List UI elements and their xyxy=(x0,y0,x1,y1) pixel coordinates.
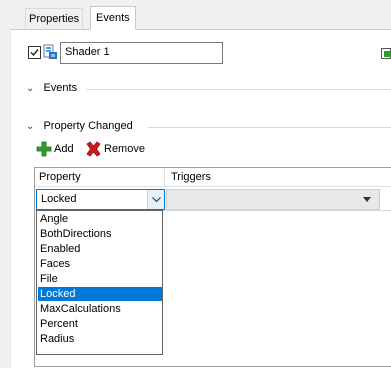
column-header-triggers[interactable]: Triggers xyxy=(165,168,391,187)
dropdown-option[interactable]: Radius xyxy=(38,332,162,346)
section-divider xyxy=(86,89,391,90)
dropdown-option[interactable]: Faces xyxy=(38,257,162,271)
section-divider xyxy=(148,127,391,128)
red-x-icon xyxy=(86,141,101,157)
dropdown-arrow-icon[interactable] xyxy=(363,197,371,202)
dropdown-option-selected[interactable]: Locked xyxy=(38,287,162,301)
property-combobox[interactable]: Locked xyxy=(36,189,165,210)
dropdown-option[interactable]: Angle xyxy=(38,212,162,226)
add-button[interactable]: Add xyxy=(36,140,74,158)
column-header-property[interactable]: Property xyxy=(35,168,165,187)
events-section-label: Events xyxy=(43,82,78,94)
property-changed-section-label: Property Changed xyxy=(43,120,133,132)
shader-object-icon xyxy=(43,44,58,60)
tab-strip: Properties xyxy=(0,0,391,31)
dropdown-option[interactable]: BothDirections xyxy=(38,227,162,241)
dropdown-option[interactable]: Percent xyxy=(38,317,162,331)
events-section-header[interactable]: ⌄ Events xyxy=(26,80,77,96)
dropdown-option[interactable]: Enabled xyxy=(38,242,162,256)
property-changed-section-header[interactable]: ⌄ Property Changed xyxy=(26,118,133,134)
dropdown-option[interactable]: MaxCalculations xyxy=(38,302,162,316)
dropdown-option[interactable]: File xyxy=(38,272,162,286)
tab-events[interactable]: Events xyxy=(90,6,136,30)
chevron-down-icon[interactable] xyxy=(147,190,164,209)
remove-button-label: Remove xyxy=(104,143,145,155)
property-combobox-value: Locked xyxy=(41,193,77,205)
check-icon xyxy=(30,49,39,57)
triggers-cell[interactable] xyxy=(166,189,380,210)
remove-button[interactable]: Remove xyxy=(85,140,145,158)
green-plus-icon xyxy=(36,141,52,157)
enabled-checkbox[interactable] xyxy=(28,46,41,59)
object-name-field[interactable]: Shader 1 xyxy=(60,42,223,64)
chevron-down-icon: ⌄ xyxy=(26,83,35,94)
green-status-icon[interactable] xyxy=(381,48,391,59)
chevron-down-icon: ⌄ xyxy=(26,121,35,132)
tab-properties[interactable]: Properties xyxy=(25,8,84,30)
property-dropdown-list[interactable]: Angle BothDirections Enabled Faces File … xyxy=(36,210,163,355)
add-button-label: Add xyxy=(54,143,74,155)
